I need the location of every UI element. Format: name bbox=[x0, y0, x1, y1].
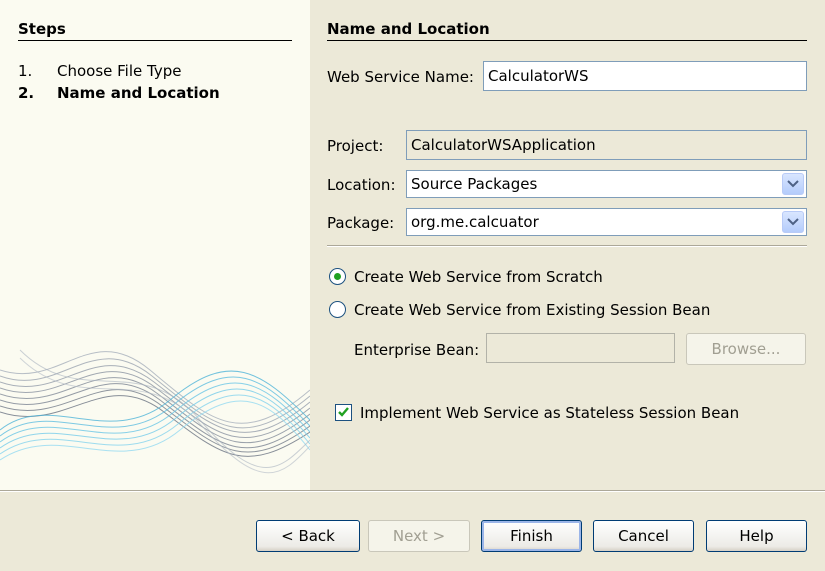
steps-panel: Steps 1. Choose File Type 2. Name and Loca… bbox=[0, 0, 310, 490]
stateless-session-bean-checkbox[interactable] bbox=[335, 404, 352, 421]
page-title: Name and Location bbox=[327, 20, 807, 41]
step-label: Name and Location bbox=[57, 84, 220, 102]
separator bbox=[327, 245, 807, 247]
help-button[interactable]: Help bbox=[706, 520, 807, 552]
package-combobox[interactable]: org.me.calcuator bbox=[406, 208, 807, 236]
web-service-name-field[interactable]: CalculatorWS bbox=[483, 61, 807, 91]
enterprise-bean-label: Enterprise Bean: bbox=[354, 341, 480, 359]
step-label: Choose File Type bbox=[57, 62, 182, 80]
chevron-down-icon[interactable] bbox=[782, 173, 804, 195]
package-value: org.me.calcuator bbox=[411, 213, 539, 231]
location-label: Location: bbox=[327, 176, 396, 194]
radio-create-from-scratch[interactable] bbox=[329, 268, 346, 285]
step-item-2: 2. Name and Location bbox=[18, 84, 220, 102]
back-button[interactable]: < Back bbox=[256, 520, 360, 552]
footer-separator bbox=[0, 490, 825, 492]
location-value: Source Packages bbox=[411, 175, 538, 193]
step-number: 1. bbox=[18, 62, 33, 80]
cancel-button[interactable]: Cancel bbox=[593, 520, 694, 552]
wave-decoration-image bbox=[0, 349, 310, 474]
web-service-name-label: Web Service Name: bbox=[327, 68, 474, 86]
package-label: Package: bbox=[327, 214, 395, 232]
enterprise-bean-field bbox=[486, 333, 675, 363]
steps-title: Steps bbox=[18, 20, 292, 41]
finish-button[interactable]: Finish bbox=[481, 520, 582, 552]
step-number: 2. bbox=[18, 84, 35, 102]
next-button: Next > bbox=[368, 520, 470, 552]
radio-create-from-session-bean-label[interactable]: Create Web Service from Existing Session… bbox=[354, 301, 710, 319]
location-combobox[interactable]: Source Packages bbox=[406, 170, 807, 198]
project-label: Project: bbox=[327, 137, 384, 155]
project-field: CalculatorWSApplication bbox=[406, 130, 807, 160]
step-item-1: 1. Choose File Type bbox=[18, 62, 181, 80]
chevron-down-icon[interactable] bbox=[782, 211, 804, 233]
checkmark-icon bbox=[338, 407, 349, 417]
radio-create-from-session-bean[interactable] bbox=[329, 301, 346, 318]
browse-button: Browse... bbox=[686, 333, 806, 365]
radio-create-from-scratch-label[interactable]: Create Web Service from Scratch bbox=[354, 268, 603, 286]
stateless-session-bean-label[interactable]: Implement Web Service as Stateless Sessi… bbox=[360, 404, 739, 422]
